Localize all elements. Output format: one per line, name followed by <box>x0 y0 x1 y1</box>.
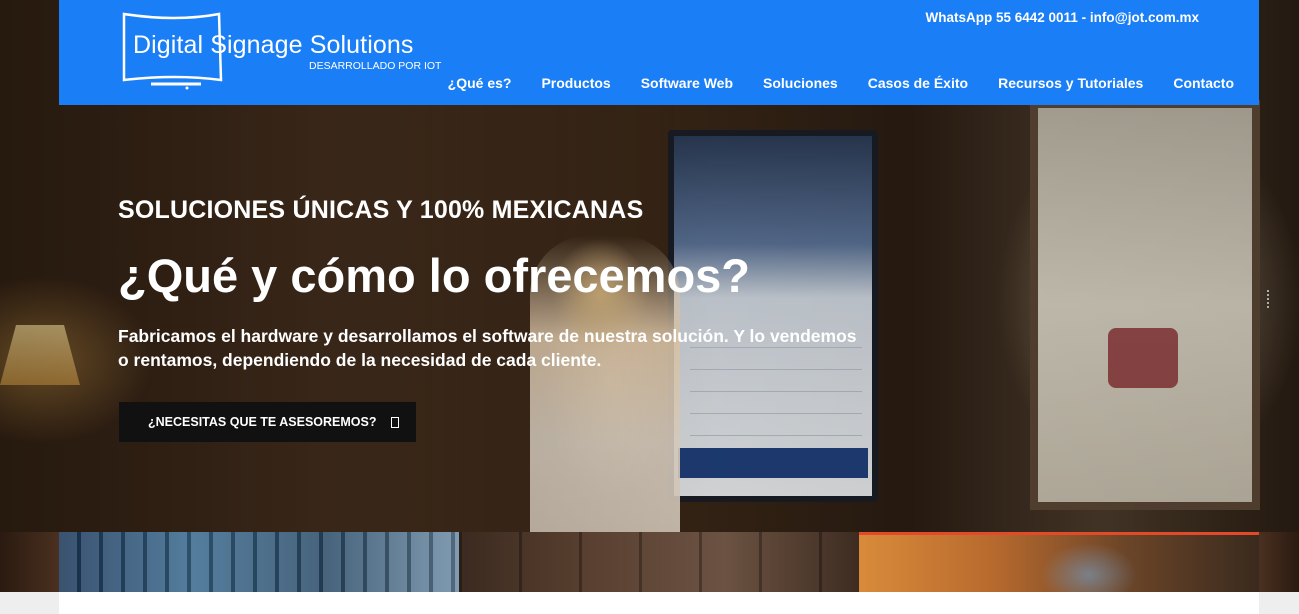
nav-item-productos[interactable]: Productos <box>541 75 610 91</box>
content-area <box>0 592 1299 614</box>
nav-item-que-es[interactable]: ¿Qué es? <box>448 75 512 91</box>
thumbnail-hotel-kiosk[interactable] <box>859 532 1259 592</box>
main-nav: ¿Qué es? Productos Software Web Solucion… <box>448 75 1234 91</box>
thumbnail-strip <box>59 532 1259 592</box>
content-panel <box>59 592 1259 614</box>
nav-item-soluciones[interactable]: Soluciones <box>763 75 838 91</box>
site-header: Digital Signage Solutions DESARROLLADO P… <box>59 0 1259 105</box>
scroll-indicator <box>1267 290 1270 308</box>
nav-item-contacto[interactable]: Contacto <box>1173 75 1234 91</box>
external-link-icon <box>390 416 399 428</box>
hero-headline: ¿Qué y cómo lo ofrecemos? <box>118 249 751 302</box>
logo-subtitle: DESARROLLADO POR IOT <box>309 60 442 72</box>
hero-kicker: SOLUCIONES ÚNICAS Y 100% MEXICANAS <box>118 196 644 224</box>
site-logo[interactable]: Digital Signage Solutions DESARROLLADO P… <box>121 12 451 90</box>
side-decoration-right <box>1259 532 1299 592</box>
consult-button-label: ¿NECESITAS QUE TE ASESOREMOS? <box>148 415 377 429</box>
side-decoration-left <box>0 532 59 592</box>
logo-title: Digital Signage Solutions <box>133 31 414 59</box>
nav-item-software-web[interactable]: Software Web <box>641 75 733 91</box>
nav-item-recursos[interactable]: Recursos y Tutoriales <box>998 75 1143 91</box>
contact-info[interactable]: WhatsApp 55 6442 0011 - info@jot.com.mx <box>926 10 1200 25</box>
thumbnail-video-wall[interactable] <box>59 532 459 592</box>
nav-item-casos-de-exito[interactable]: Casos de Éxito <box>868 75 968 91</box>
hero-description: Fabricamos el hardware y desarrollamos e… <box>118 326 857 370</box>
thumbnail-lobby[interactable] <box>459 532 859 592</box>
consult-button[interactable]: ¿NECESITAS QUE TE ASESOREMOS? <box>119 402 416 442</box>
